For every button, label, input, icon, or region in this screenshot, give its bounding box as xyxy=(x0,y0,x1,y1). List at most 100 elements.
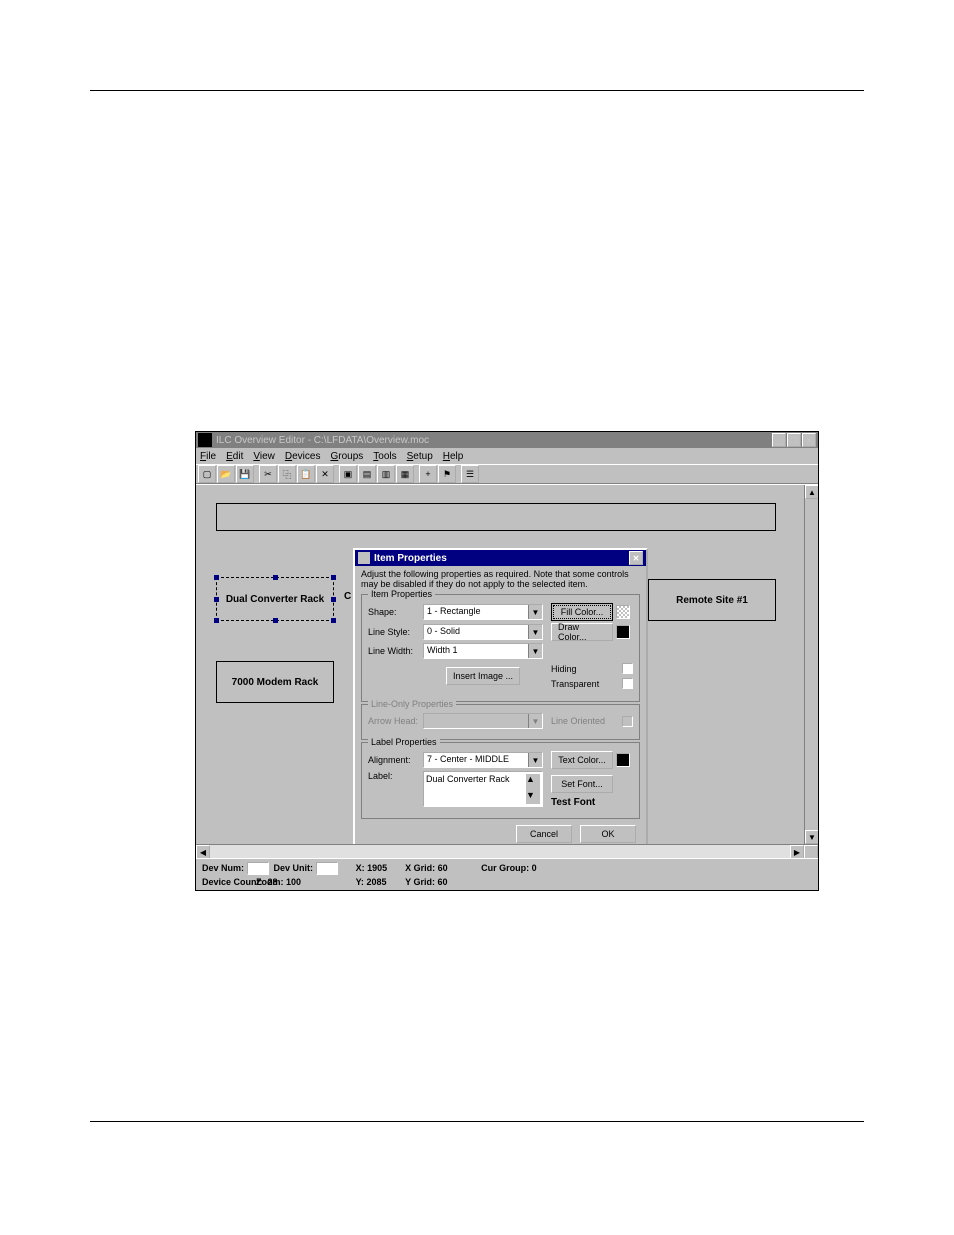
alignment-label: Alignment: xyxy=(368,755,423,765)
dialog-item-properties: Item Properties ✕ Adjust the following p… xyxy=(353,548,648,844)
zoom-label: Zoom: xyxy=(256,877,284,887)
chevron-down-icon[interactable]: ▼ xyxy=(528,625,542,639)
draw-color-swatch xyxy=(616,625,630,639)
alignment-combo[interactable]: 7 - Center - MIDDLE ▼ xyxy=(423,752,543,768)
line-width-value: Width 1 xyxy=(424,644,528,658)
cancel-button[interactable]: Cancel xyxy=(516,825,572,843)
top-rule xyxy=(90,90,864,91)
text-color-button[interactable]: Text Color... xyxy=(551,751,613,769)
fill-color-swatch xyxy=(616,605,630,619)
copy-icon[interactable]: ⿻ xyxy=(278,465,296,483)
cut-icon[interactable]: ✂ xyxy=(259,465,277,483)
scroll-down-icon[interactable]: ▼ xyxy=(805,830,818,844)
label-textarea[interactable]: Dual Converter Rack ▲ ▼ xyxy=(423,771,543,807)
test-font-label: Test Font xyxy=(551,797,633,808)
save-icon[interactable]: 💾 xyxy=(236,465,254,483)
chevron-down-icon[interactable]: ▼ xyxy=(528,605,542,619)
x-value: 1905 xyxy=(367,863,387,873)
draw-color-button[interactable]: Draw Color... xyxy=(551,623,613,641)
box-dual-label: Dual Converter Rack xyxy=(226,594,324,605)
alignment-value: 7 - Center - MIDDLE xyxy=(424,753,528,767)
status-bar: Dev Num: Dev Unit: Device Count: 28 X: 1… xyxy=(196,858,818,890)
group-label-label: Label Properties xyxy=(368,737,440,747)
set-font-button[interactable]: Set Font... xyxy=(551,775,613,793)
shape-value: 1 - Rectangle xyxy=(424,605,528,619)
menu-view[interactable]: View xyxy=(253,451,275,462)
arrowhead-combo: ▼ xyxy=(423,713,543,729)
app-window: ILC Overview Editor - C:\LFDATA\Overview… xyxy=(195,431,819,891)
properties-icon[interactable]: ☰ xyxy=(461,465,479,483)
ok-button[interactable]: OK xyxy=(580,825,636,843)
hiding-label: Hiding xyxy=(551,664,577,674)
text-color-swatch xyxy=(616,753,630,767)
fill-color-button[interactable]: Fill Color... xyxy=(551,603,613,621)
scroll-left-icon[interactable]: ◀ xyxy=(196,845,210,859)
open-icon[interactable]: 📂 xyxy=(217,465,235,483)
curgroup-label: Cur Group: xyxy=(481,863,529,873)
transparent-checkbox[interactable] xyxy=(622,678,633,689)
menu-devices[interactable]: Devices xyxy=(285,451,321,462)
delete-icon[interactable]: ✕ xyxy=(316,465,334,483)
dev-num-field xyxy=(247,862,269,875)
menu-help[interactable]: Help xyxy=(443,451,464,462)
paste-icon[interactable]: 📋 xyxy=(297,465,315,483)
menu-groups[interactable]: Groups xyxy=(330,451,363,462)
dev-unit-field xyxy=(316,862,338,875)
chevron-down-icon[interactable]: ▼ xyxy=(528,644,542,658)
close-button[interactable]: ✕ xyxy=(802,433,816,447)
ygrid-label: Y Grid: xyxy=(405,877,435,887)
box-remote-site[interactable]: Remote Site #1 xyxy=(648,579,776,621)
canvas[interactable]: Dual Converter Rack C 7000 Modem Rack Re… xyxy=(196,484,818,844)
line-oriented-checkbox xyxy=(622,716,633,727)
y-label: Y: xyxy=(356,877,364,887)
box-remote-label: Remote Site #1 xyxy=(676,595,748,606)
dialog-icon xyxy=(358,552,370,564)
scroll-up-icon[interactable]: ▲ xyxy=(526,774,540,788)
minimize-button[interactable]: _ xyxy=(772,433,786,447)
box-modem-label: 7000 Modem Rack xyxy=(232,677,319,688)
line-style-combo[interactable]: 0 - Solid ▼ xyxy=(423,624,543,640)
insert-image-button[interactable]: Insert Image ... xyxy=(446,667,520,685)
menu-setup[interactable]: Setup xyxy=(407,451,433,462)
arrowhead-label: Arrow Head: xyxy=(368,716,423,726)
ygrid-value: 60 xyxy=(437,877,447,887)
tool-icon-1[interactable]: ▣ xyxy=(339,465,357,483)
y-value: 2085 xyxy=(366,877,386,887)
menu-tools[interactable]: Tools xyxy=(373,451,396,462)
add-icon[interactable]: + xyxy=(419,465,437,483)
dialog-title: Item Properties xyxy=(374,553,447,564)
box-7000-modem[interactable]: 7000 Modem Rack xyxy=(216,661,334,703)
menu-file[interactable]: FFileile xyxy=(200,451,216,462)
label-label: Label: xyxy=(368,771,423,781)
tool-icon-4[interactable]: ▦ xyxy=(396,465,414,483)
label-value: Dual Converter Rack xyxy=(426,774,526,804)
dialog-button-row: Cancel OK xyxy=(355,821,646,844)
scroll-up-icon[interactable]: ▲ xyxy=(805,485,818,499)
line-oriented-label: Line Oriented xyxy=(551,716,605,726)
flag-icon[interactable]: ⚑ xyxy=(438,465,456,483)
shape-combo[interactable]: 1 - Rectangle ▼ xyxy=(423,604,543,620)
scroll-down-icon[interactable]: ▼ xyxy=(526,790,540,804)
box-dual-converter[interactable]: Dual Converter Rack xyxy=(216,577,334,621)
box-top[interactable] xyxy=(216,503,776,531)
toolbar: ▢ 📂 💾 ✂ ⿻ 📋 ✕ ▣ ▤ ▥ ▦ + ⚑ ☰ xyxy=(196,464,818,484)
partial-box-c: C xyxy=(344,591,351,602)
dev-unit-label: Dev Unit: xyxy=(274,863,314,873)
line-width-combo[interactable]: Width 1 ▼ xyxy=(423,643,543,659)
dialog-titlebar: Item Properties ✕ xyxy=(355,550,646,566)
chevron-down-icon[interactable]: ▼ xyxy=(528,753,542,767)
tool-icon-2[interactable]: ▤ xyxy=(358,465,376,483)
vertical-scrollbar[interactable]: ▲ ▼ xyxy=(804,485,818,844)
dev-num-label: Dev Num: xyxy=(202,863,244,873)
dialog-close-button[interactable]: ✕ xyxy=(629,551,643,565)
window-title: ILC Overview Editor - C:\LFDATA\Overview… xyxy=(216,435,429,446)
horizontal-scrollbar[interactable]: ◀ ▶ xyxy=(196,844,818,858)
menu-edit[interactable]: Edit xyxy=(226,451,243,462)
tool-icon-3[interactable]: ▥ xyxy=(377,465,395,483)
line-style-label: Line Style: xyxy=(368,627,423,637)
hiding-checkbox[interactable] xyxy=(622,663,633,674)
menubar: FFileile Edit View Devices Groups Tools … xyxy=(196,448,818,464)
maximize-button[interactable]: ❐ xyxy=(787,433,801,447)
new-icon[interactable]: ▢ xyxy=(198,465,216,483)
scroll-right-icon[interactable]: ▶ xyxy=(790,845,804,859)
